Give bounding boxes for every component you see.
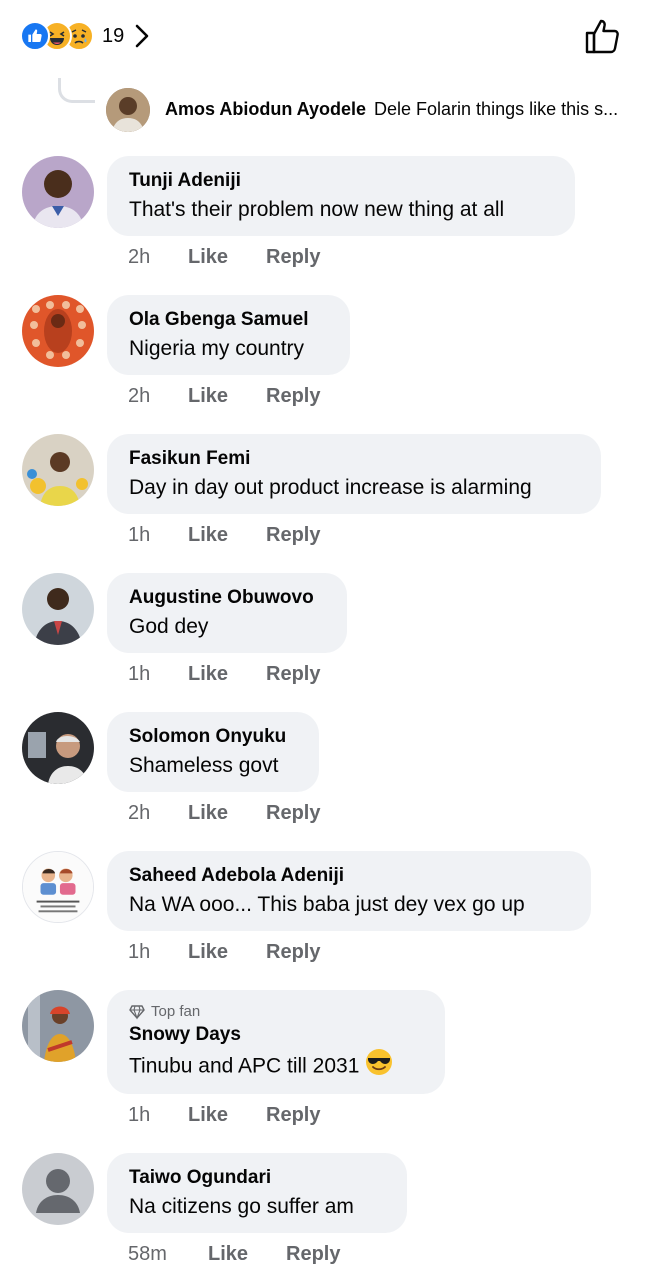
reply-button[interactable]: Reply	[266, 246, 320, 269]
like-button[interactable]: Like	[188, 941, 266, 964]
comment-author[interactable]: Tunji Adeniji	[129, 168, 553, 194]
comment-author[interactable]: Solomon Onyuku	[129, 724, 297, 750]
like-button[interactable]: Like	[208, 1243, 286, 1266]
comment-time: 2h	[128, 246, 151, 268]
comment-time: 1h	[128, 941, 151, 963]
comment-actions: 2h Like Reply	[128, 802, 320, 825]
reply-preview[interactable]: Amos Abiodun Ayodele Dele Folarin things …	[165, 99, 618, 120]
comment-text: Tinubu and APC till 2031	[129, 1048, 423, 1086]
comment-text: Shameless govt	[129, 754, 279, 777]
reply-button[interactable]: Reply	[286, 1243, 340, 1266]
reply-button[interactable]: Reply	[266, 663, 320, 686]
avatar[interactable]	[22, 851, 94, 923]
reply-button[interactable]: Reply	[266, 802, 320, 825]
comment-time: 1h	[128, 663, 151, 685]
like-button[interactable]: Like	[188, 524, 266, 547]
comment-author[interactable]: Snowy Days	[129, 1022, 423, 1048]
like-post-button[interactable]	[583, 16, 623, 56]
avatar[interactable]	[22, 712, 94, 784]
comment-text: God dey	[129, 615, 209, 638]
comment-text: That's their problem now new thing at al…	[129, 198, 505, 221]
comment-actions: 58m Like Reply	[128, 1243, 340, 1266]
reaction-count: 19	[102, 24, 125, 47]
comment-author[interactable]: Fasikun Femi	[129, 446, 579, 472]
avatar[interactable]	[22, 295, 94, 367]
like-button[interactable]: Like	[188, 663, 266, 686]
comment-author[interactable]: Taiwo Ogundari	[129, 1165, 385, 1191]
comment-bubble[interactable]: Saheed Adebola Adeniji Na WA ooo... This…	[107, 851, 591, 931]
avatar[interactable]	[22, 1153, 94, 1225]
comment-author[interactable]: Augustine Obuwovo	[129, 585, 325, 611]
comment-author[interactable]: Saheed Adebola Adeniji	[129, 863, 569, 889]
avatar[interactable]	[22, 434, 94, 506]
like-button[interactable]: Like	[188, 385, 266, 408]
comment-actions: 1h Like Reply	[128, 941, 320, 964]
comment-actions: 2h Like Reply	[128, 385, 320, 408]
comment-time: 58m	[128, 1243, 167, 1265]
comment-actions: 2h Like Reply	[128, 246, 320, 269]
comment-bubble[interactable]: Ola Gbenga Samuel Nigeria my country	[107, 295, 350, 375]
reactions-bar: 19	[0, 0, 657, 72]
comment-author[interactable]: Ola Gbenga Samuel	[129, 307, 328, 333]
comment-bubble[interactable]: Augustine Obuwovo God dey	[107, 573, 347, 653]
like-icon	[20, 21, 50, 51]
reply-snippet: Dele Folarin things like this s...	[374, 99, 619, 119]
sunglasses-face-icon	[365, 1048, 393, 1086]
comment-time: 1h	[128, 1104, 151, 1126]
avatar[interactable]	[22, 573, 94, 645]
comment-text: Day in day out product increase is alarm…	[129, 476, 532, 499]
thread-connector	[58, 78, 95, 103]
like-button[interactable]: Like	[188, 1104, 266, 1127]
comment-bubble[interactable]: Solomon Onyuku Shameless govt	[107, 712, 319, 792]
diamond-icon	[129, 1005, 145, 1020]
comment-time: 1h	[128, 524, 151, 546]
comment-time: 2h	[128, 802, 151, 824]
reactions-summary[interactable]: 19	[20, 18, 158, 54]
comment-bubble[interactable]: Top fan Snowy Days Tinubu and APC till 2…	[107, 990, 445, 1094]
reply-author[interactable]: Amos Abiodun Ayodele	[165, 99, 366, 119]
comment-bubble[interactable]: Fasikun Femi Day in day out product incr…	[107, 434, 601, 514]
like-button[interactable]: Like	[188, 802, 266, 825]
reply-button[interactable]: Reply	[266, 385, 320, 408]
chevron-right-icon	[134, 24, 158, 48]
comment-actions: 1h Like Reply	[128, 1104, 320, 1127]
comment-text: Nigeria my country	[129, 337, 305, 360]
reply-button[interactable]: Reply	[266, 524, 320, 547]
top-fan-badge: Top fan	[129, 1002, 423, 1022]
comment-actions: 1h Like Reply	[128, 663, 320, 686]
comment-text: Na citizens go suffer am	[129, 1195, 354, 1218]
thumbs-up-outline-icon	[585, 19, 619, 54]
reply-button[interactable]: Reply	[266, 941, 320, 964]
comment-time: 2h	[128, 385, 151, 407]
comment-text-value: Tinubu and APC till 2031	[129, 1054, 360, 1078]
comment-bubble[interactable]: Tunji Adeniji That's their problem now n…	[107, 156, 575, 236]
comment-actions: 1h Like Reply	[128, 524, 320, 547]
top-fan-label: Top fan	[151, 1003, 201, 1020]
like-button[interactable]: Like	[188, 246, 266, 269]
reply-button[interactable]: Reply	[266, 1104, 320, 1127]
comment-bubble[interactable]: Taiwo Ogundari Na citizens go suffer am	[107, 1153, 407, 1233]
avatar[interactable]	[22, 156, 94, 228]
avatar[interactable]	[22, 990, 94, 1062]
avatar[interactable]	[106, 88, 150, 132]
comment-text: Na WA ooo... This baba just dey vex go u…	[129, 893, 525, 916]
